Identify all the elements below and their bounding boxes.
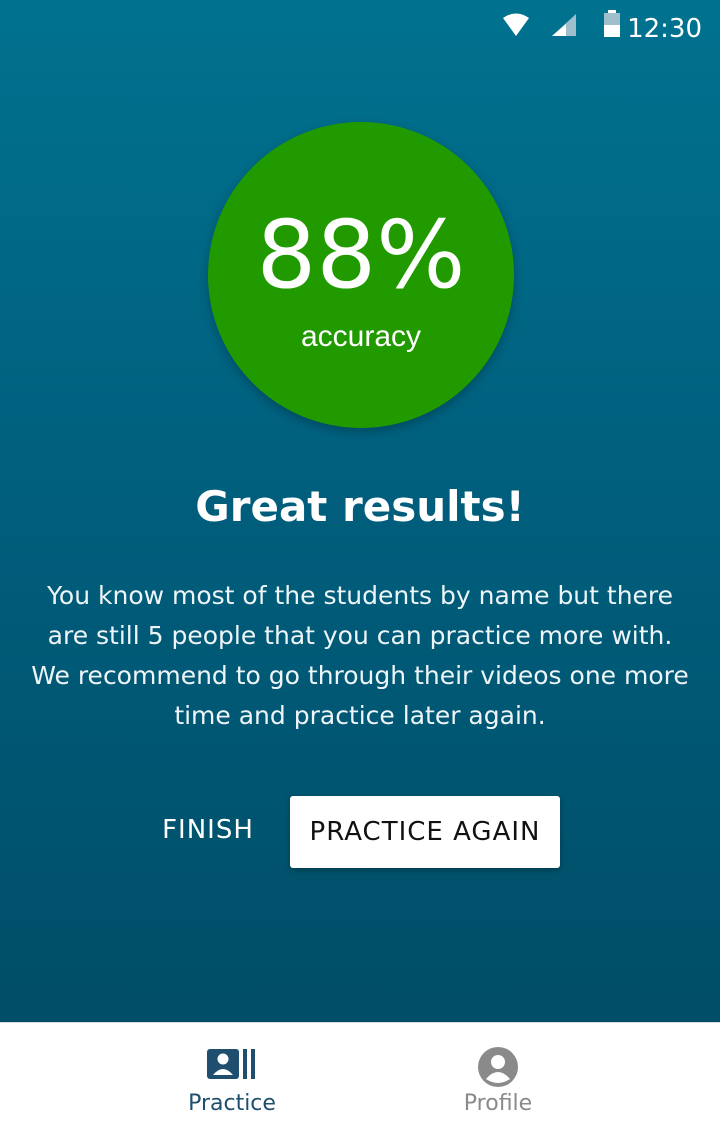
bottom-navigation: Practice Profile bbox=[0, 1022, 720, 1136]
status-time: 12:30 bbox=[627, 14, 702, 44]
results-screen: 12:30 88% accuracy Great results! You kn… bbox=[0, 0, 720, 1136]
finish-button[interactable]: FINISH bbox=[148, 800, 268, 860]
status-bar: 12:30 bbox=[0, 0, 720, 56]
cell-signal-icon bbox=[552, 14, 576, 36]
practice-again-button[interactable]: PRACTICE AGAIN bbox=[290, 796, 560, 868]
practice-cards-icon bbox=[207, 1049, 255, 1079]
accuracy-label: accuracy bbox=[300, 320, 422, 353]
wifi-icon bbox=[503, 13, 529, 36]
nav-label-profile: Profile bbox=[463, 1091, 533, 1116]
accuracy-badge: 88% accuracy bbox=[208, 122, 514, 428]
profile-icon bbox=[478, 1047, 518, 1087]
accuracy-value: 88% bbox=[256, 201, 466, 310]
result-message: You know most of the students by name bu… bbox=[31, 581, 689, 730]
battery-icon bbox=[604, 10, 620, 37]
result-headline: Great results! bbox=[195, 482, 525, 531]
nav-item-profile[interactable]: Profile bbox=[318, 1023, 678, 1136]
